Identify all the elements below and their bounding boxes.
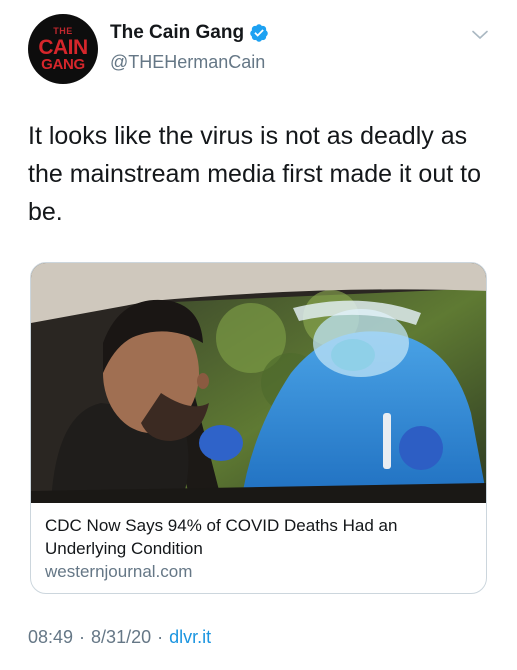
display-name[interactable]: The Cain Gang: [110, 22, 244, 44]
avatar-logo-line1: THE: [53, 25, 73, 36]
tweet-meta: 08:49 · 8/31/20 · dlvr.it: [28, 627, 211, 648]
tweet-source-link[interactable]: dlvr.it: [169, 627, 211, 648]
card-domain[interactable]: westernjournal.com: [45, 560, 475, 584]
card-body: CDC Now Says 94% of COVID Deaths Had an …: [45, 514, 475, 584]
tweet: THE CAIN GANG The Cain Gang @THEHermanCa…: [0, 0, 517, 670]
tweet-text: It looks like the virus is not as deadly…: [28, 122, 481, 226]
avatar-logo-line2: CAIN: [38, 35, 88, 59]
author-handle[interactable]: @THEHermanCain: [110, 52, 265, 73]
card-title[interactable]: CDC Now Says 94% of COVID Deaths Had an …: [45, 514, 475, 560]
verified-badge-icon: [249, 23, 269, 43]
avatar[interactable]: THE CAIN GANG: [28, 14, 98, 84]
card-image: [31, 263, 486, 503]
link-card[interactable]: CDC Now Says 94% of COVID Deaths Had an …: [30, 262, 487, 594]
tweet-date[interactable]: 8/31/20: [91, 627, 151, 648]
avatar-logo-line3: GANG: [41, 55, 85, 73]
meta-separator: ·: [79, 627, 86, 647]
author-name-row: The Cain Gang: [110, 22, 269, 44]
tweet-time[interactable]: 08:49: [28, 627, 73, 648]
meta-separator: ·: [157, 627, 164, 647]
chevron-down-icon[interactable]: [472, 30, 488, 40]
